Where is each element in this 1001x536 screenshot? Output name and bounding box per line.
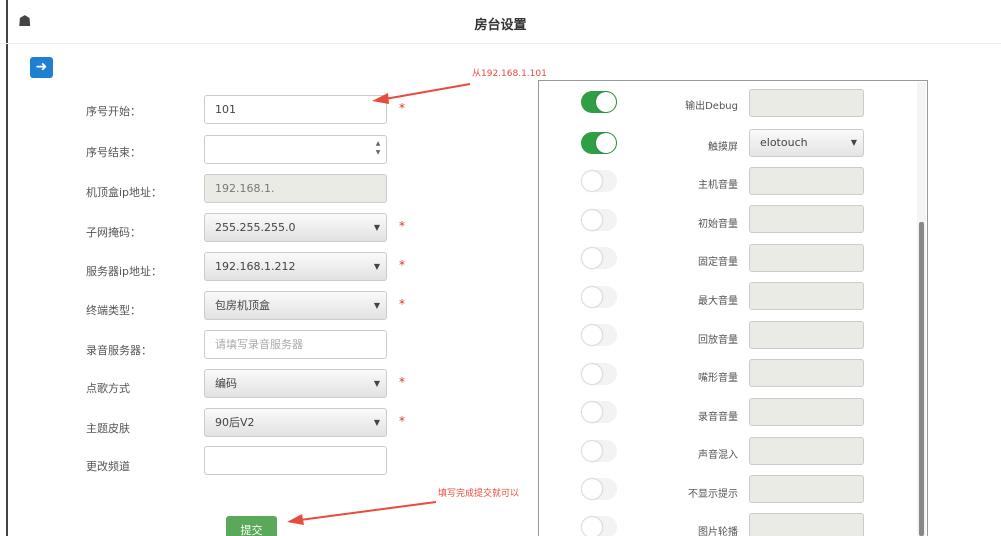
top-bar: ☗ 房台设置 xyxy=(0,0,1001,44)
required-mark: * xyxy=(399,375,405,389)
chevron-down-icon: ▼ xyxy=(373,262,380,271)
setting-label-debug: 输出Debug xyxy=(685,101,738,112)
terminal-type-select[interactable]: 包房机顶盒 ▼ xyxy=(204,291,387,320)
toggle-debug[interactable] xyxy=(581,91,617,113)
recording-server-input[interactable]: 请填写录音服务器 xyxy=(204,330,387,359)
setting-label-max-volume: 最大音量 xyxy=(698,296,738,307)
toggle-mouth-volume[interactable] xyxy=(581,363,617,385)
setting-input-audio-mix xyxy=(749,437,864,465)
toggle-touchscreen[interactable] xyxy=(581,132,617,154)
setting-label-hide-tips: 不显示提示 xyxy=(688,489,738,500)
field-label-serial-start: 序号开始： xyxy=(86,105,141,118)
submit-button[interactable]: 提交 xyxy=(226,516,277,536)
setting-label-host-volume: 主机音量 xyxy=(698,180,738,191)
field-label-recording-server: 录音服务器： xyxy=(86,344,152,357)
toggle-playback-volume[interactable] xyxy=(581,324,617,346)
serial-start-input[interactable]: 101 xyxy=(204,95,387,124)
setting-label-fixed-volume: 固定音量 xyxy=(698,257,738,268)
field-label-subnet-mask: 子网掩码： xyxy=(86,226,141,239)
stepper-icon[interactable]: ▲ ▼ xyxy=(374,139,382,159)
chevron-down-icon: ▼ xyxy=(373,379,380,388)
annotation-arrow-line xyxy=(384,83,471,100)
required-mark: * xyxy=(399,101,405,115)
annotation-start-hint: 从192.168.1.101 xyxy=(472,69,547,79)
toggle-audio-mix[interactable] xyxy=(581,440,617,462)
serial-end-input[interactable]: ▲ ▼ xyxy=(204,135,387,164)
setting-input-hide-tips xyxy=(749,475,864,503)
toggle-host-volume[interactable] xyxy=(581,170,617,192)
setting-input-max-volume xyxy=(749,282,864,310)
setting-label-touchscreen: 触摸屏 xyxy=(708,142,738,153)
annotation-arrowhead xyxy=(287,514,304,525)
required-mark: * xyxy=(399,297,405,311)
field-label-stb-ip: 机顶盒ip地址： xyxy=(86,186,163,199)
field-label-serial-end: 序号结束： xyxy=(86,146,141,159)
touchscreen-select[interactable]: elotouch ▼ xyxy=(749,129,864,157)
required-mark: * xyxy=(399,414,405,428)
setting-input-mouth-volume xyxy=(749,359,864,387)
setting-label-playback-volume: 回放音量 xyxy=(698,335,738,346)
setting-label-recording-volume: 录音音量 xyxy=(698,412,738,423)
chevron-down-icon: ▼ xyxy=(850,138,857,147)
setting-input-playback-volume xyxy=(749,321,864,349)
scrollbar-thumb[interactable] xyxy=(919,222,924,536)
stb-ip-input: 192.168.1. xyxy=(204,174,387,203)
toggle-max-volume[interactable] xyxy=(581,286,617,308)
setting-label-initial-volume: 初始音量 xyxy=(698,219,738,230)
setting-label-audio-mix: 声音混入 xyxy=(698,450,738,461)
setting-input-initial-volume xyxy=(749,205,864,233)
setting-input-image-carousel xyxy=(749,513,864,536)
chevron-down-icon: ▼ xyxy=(373,301,380,310)
arrow-left-icon: ➜ xyxy=(35,59,48,75)
song-method-select[interactable]: 编码 ▼ xyxy=(204,369,387,398)
field-label-server-ip: 服务器ip地址： xyxy=(86,265,163,278)
change-channel-input[interactable] xyxy=(204,446,387,475)
toggle-initial-volume[interactable] xyxy=(581,209,617,231)
setting-label-mouth-volume: 嘴形音量 xyxy=(698,373,738,384)
setting-label-image-carousel: 图片轮播 xyxy=(698,527,738,536)
theme-skin-select[interactable]: 90后V2 ▼ xyxy=(204,408,387,437)
toggle-hide-tips[interactable] xyxy=(581,478,617,500)
server-ip-select[interactable]: 192.168.1.212 ▼ xyxy=(204,252,387,281)
setting-input-debug[interactable] xyxy=(749,89,864,117)
required-mark: * xyxy=(399,258,405,272)
setting-input-host-volume xyxy=(749,167,864,195)
field-label-change-channel: 更改频道 xyxy=(86,460,130,473)
setting-input-recording-volume xyxy=(749,398,864,426)
back-button[interactable]: ➜ xyxy=(30,57,53,78)
toggle-fixed-volume[interactable] xyxy=(581,247,617,269)
toggle-image-carousel[interactable] xyxy=(581,516,617,536)
annotation-submit-hint: 填写完成提交就可以 xyxy=(438,489,520,499)
subnet-mask-select[interactable]: 255.255.255.0 ▼ xyxy=(204,213,387,242)
field-label-theme-skin: 主题皮肤 xyxy=(86,422,130,435)
chevron-down-icon: ▼ xyxy=(373,418,380,427)
toggle-recording-volume[interactable] xyxy=(581,401,617,423)
chevron-down-icon: ▼ xyxy=(373,223,380,232)
page-title: 房台设置 xyxy=(474,18,527,33)
field-label-terminal-type: 终端类型： xyxy=(86,304,141,317)
setting-input-fixed-volume xyxy=(749,244,864,272)
left-edge-rule xyxy=(6,0,8,536)
annotation-arrow-line xyxy=(299,501,437,521)
field-label-song-method: 点歌方式 xyxy=(86,382,130,395)
required-mark: * xyxy=(399,219,405,233)
